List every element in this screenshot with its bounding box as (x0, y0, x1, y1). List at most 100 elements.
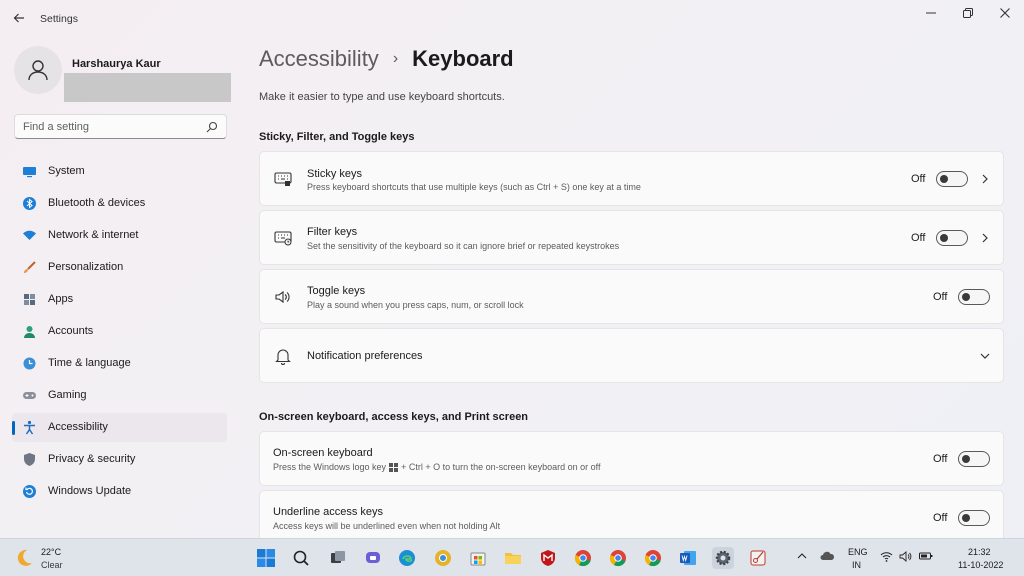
underline-access-keys-card: Underline access keys Access keys will b… (259, 490, 1004, 545)
sidebar-item-time-language[interactable]: Time & language (12, 349, 227, 378)
account-icon (22, 324, 37, 339)
onscreen-desc-post: + Ctrl + O to turn the on-screen keyboar… (401, 462, 601, 472)
chevron-down-icon[interactable] (979, 350, 991, 362)
breadcrumb: Accessibility › Keyboard (259, 46, 514, 72)
filter-keys-card[interactable]: Filter keys Set the sensitivity of the k… (259, 210, 1004, 265)
battery-icon[interactable] (919, 551, 933, 564)
close-button[interactable] (987, 4, 1023, 22)
sidebar-item-label: Accessibility (48, 421, 108, 433)
onscreen-keyboard-toggle[interactable] (958, 451, 990, 467)
breadcrumb-separator: › (392, 50, 399, 67)
toggle-keys-card: Toggle keys Play a sound when you press … (259, 269, 1004, 324)
onscreen-keyboard-title: On-screen keyboard (273, 447, 373, 459)
toggle-keys-toggle[interactable] (958, 289, 990, 305)
wifi-icon[interactable] (880, 551, 893, 565)
search-icon[interactable] (290, 547, 312, 569)
language-region[interactable]: IN (852, 560, 861, 570)
sidebar-item-windows-update[interactable]: Windows Update (12, 477, 227, 506)
chevron-right-icon[interactable] (979, 173, 991, 185)
onscreen-keyboard-desc: Press the Windows logo key + Ctrl + O to… (273, 462, 601, 472)
sidebar-item-label: Privacy & security (48, 453, 136, 465)
filter-keys-toggle[interactable] (936, 230, 968, 246)
sidebar-item-privacy[interactable]: Privacy & security (12, 445, 227, 474)
filter-keys-desc: Set the sensitivity of the keyboard so i… (307, 241, 620, 251)
chrome-icon[interactable] (642, 547, 664, 569)
shield-icon (22, 452, 37, 467)
windows-logo-icon (389, 462, 399, 472)
sidebar-item-apps[interactable]: Apps (12, 285, 227, 314)
wifi-icon (22, 228, 37, 243)
sticky-keys-state: Off (911, 173, 926, 185)
sidebar-item-system[interactable]: System (12, 157, 227, 186)
sidebar-item-label: Apps (48, 293, 74, 305)
back-button[interactable] (10, 10, 28, 28)
sidebar-item-label: Accounts (48, 325, 94, 337)
edge-icon[interactable] (396, 547, 418, 569)
breadcrumb-parent[interactable]: Accessibility (259, 46, 379, 72)
language-indicator[interactable]: ENG (848, 547, 868, 557)
keyboard-sticky-icon (274, 170, 292, 188)
sidebar-item-personalization[interactable]: Personalization (12, 253, 227, 282)
start-icon[interactable] (255, 547, 277, 569)
search-input[interactable] (23, 119, 203, 135)
sticky-keys-card[interactable]: Sticky keys Press keyboard shortcuts tha… (259, 151, 1004, 206)
task-view-icon[interactable] (327, 547, 349, 569)
chrome-canary-icon[interactable] (432, 547, 454, 569)
sidebar-item-label: Time & language (48, 357, 131, 369)
title-bar: Settings (0, 0, 1024, 38)
close-icon (1000, 8, 1010, 18)
toggle-keys-state: Off (933, 291, 948, 303)
update-icon (22, 484, 37, 499)
snipping-tool-icon[interactable] (747, 547, 769, 569)
toggle-knob (940, 234, 948, 242)
sidebar-item-bluetooth[interactable]: Bluetooth & devices (12, 189, 227, 218)
brush-icon (22, 260, 37, 275)
filter-keys-state: Off (911, 232, 926, 244)
restore-button[interactable] (950, 4, 986, 22)
taskbar: 22°C Clear ENG IN 21:32 11-10-2022 (0, 538, 1024, 576)
toggle-knob (940, 175, 948, 183)
sidebar-item-label: Bluetooth & devices (48, 197, 146, 209)
search-icon[interactable] (206, 121, 218, 133)
weather-temperature[interactable]: 22°C (41, 547, 61, 557)
toggle-knob (962, 455, 970, 463)
mcafee-icon[interactable] (537, 547, 559, 569)
volume-icon[interactable] (899, 551, 912, 565)
sidebar-item-label: Gaming (48, 389, 87, 401)
settings-gear-icon[interactable] (712, 547, 734, 569)
minimize-button[interactable] (913, 4, 949, 22)
sidebar-item-accessibility[interactable]: Accessibility (12, 413, 227, 442)
clock-time[interactable]: 21:32 (968, 547, 991, 557)
chrome-icon[interactable] (572, 547, 594, 569)
sidebar-nav: System Bluetooth & devices Network & int… (12, 157, 227, 509)
page-title: Keyboard (412, 46, 514, 71)
underline-access-keys-desc: Access keys will be underlined even when… (273, 521, 501, 531)
chevron-up-icon[interactable] (797, 551, 807, 564)
bluetooth-icon (22, 196, 37, 211)
sidebar-item-label: Network & internet (48, 229, 139, 241)
redacted-email (64, 73, 231, 102)
sidebar-item-label: Windows Update (48, 485, 132, 497)
toggle-knob (962, 293, 970, 301)
chat-icon[interactable] (362, 547, 384, 569)
minimize-icon (926, 12, 936, 14)
search-box[interactable] (14, 114, 227, 139)
moon-icon[interactable] (14, 548, 34, 568)
notification-preferences-card[interactable]: Notification preferences (259, 328, 1004, 383)
sticky-keys-title: Sticky keys (307, 168, 363, 180)
chrome-icon[interactable] (607, 547, 629, 569)
sidebar-item-accounts[interactable]: Accounts (12, 317, 227, 346)
weather-condition[interactable]: Clear (41, 560, 63, 570)
clock-date[interactable]: 11-10-2022 (958, 560, 1003, 570)
onedrive-icon[interactable] (820, 551, 835, 564)
word-icon[interactable] (677, 547, 699, 569)
file-explorer-icon[interactable] (502, 547, 524, 569)
sidebar-item-gaming[interactable]: Gaming (12, 381, 227, 410)
sidebar-item-network[interactable]: Network & internet (12, 221, 227, 250)
underline-access-keys-toggle[interactable] (958, 510, 990, 526)
chevron-right-icon[interactable] (979, 232, 991, 244)
page-subtitle: Make it easier to type and use keyboard … (259, 91, 505, 103)
microsoft-store-icon[interactable] (467, 547, 489, 569)
sticky-keys-toggle[interactable] (936, 171, 968, 187)
avatar[interactable] (14, 46, 62, 94)
